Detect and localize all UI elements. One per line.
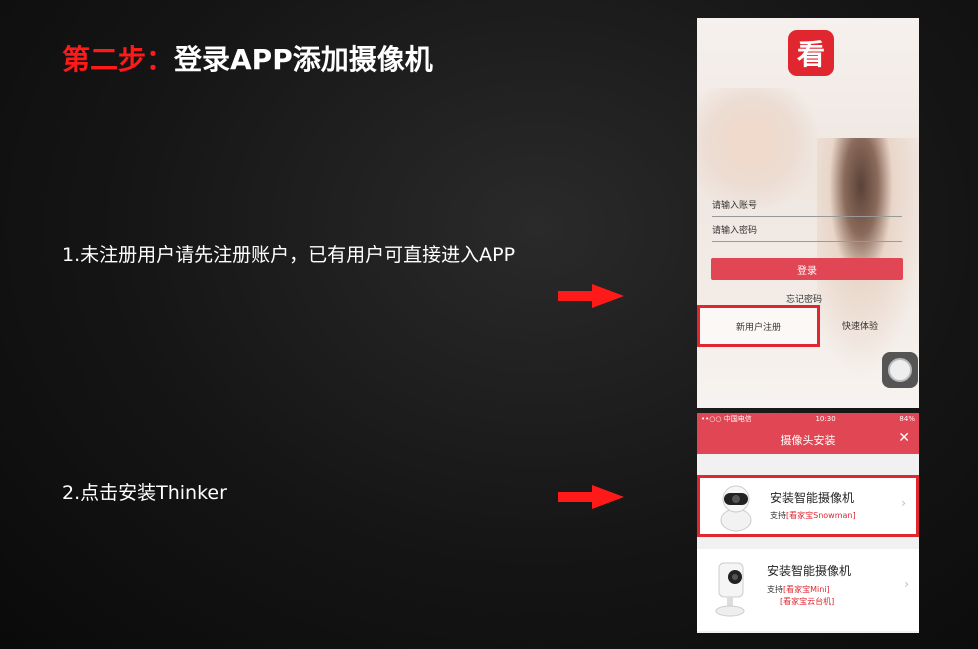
card-title: 安装智能摄像机 (770, 491, 855, 505)
register-label: 新用户注册 (735, 322, 781, 333)
support-prefix: 支持 (770, 511, 786, 520)
password-input[interactable]: 请输入密码 (712, 223, 902, 242)
battery-label: 84% (899, 415, 915, 423)
forgot-password-link[interactable]: 忘记密码 (786, 292, 822, 305)
close-icon[interactable]: ✕ (898, 430, 910, 446)
support-item: [看家宝Mini] (783, 585, 830, 594)
chevron-right-icon: › (901, 496, 906, 510)
app-logo-icon: 看 (788, 30, 834, 76)
instruction-1: 1.未注册用户请先注册账户，已有用户可直接进入APP (62, 244, 516, 266)
chevron-right-icon: › (904, 577, 909, 591)
mini-camera-icon (715, 562, 745, 617)
support-prefix: 支持 (767, 585, 783, 594)
instruction-2: 2.点击安装Thinker (62, 482, 227, 504)
time-label: 10:30 (815, 415, 836, 423)
assistive-touch-icon (888, 358, 912, 382)
quick-trial-link[interactable]: 快速体验 (842, 319, 878, 332)
arrow-right-icon (558, 284, 624, 308)
snowman-camera-icon (720, 485, 752, 532)
install-screenshot: ••○○ 中国电信 10:30 84% 摄像头安装 ✕ 安装智能摄像机 支持[看… (697, 413, 919, 633)
carrier-label: ••○○ 中国电信 (701, 415, 752, 423)
install-card-snowman[interactable]: 安装智能摄像机 支持[看家宝Snowman] › (697, 475, 919, 537)
status-bar: ••○○ 中国电信 10:30 84% (697, 413, 919, 425)
support-item: [看家宝云台机] (780, 597, 835, 606)
baby-photo (697, 88, 817, 208)
assistive-touch-button[interactable] (882, 352, 918, 388)
account-input[interactable]: 请输入账号 (712, 198, 902, 217)
page-title: 第二步：登录APP添加摄像机 (62, 38, 433, 78)
card-title: 安装智能摄像机 (767, 564, 852, 578)
step-title: 登录APP添加摄像机 (174, 43, 433, 76)
register-button[interactable]: 新用户注册 (697, 305, 820, 347)
card-support-2: [看家宝云台机] (780, 596, 834, 607)
card-support: 支持[看家宝Snowman] (770, 510, 856, 521)
login-button[interactable]: 登录 (711, 258, 903, 280)
nav-bar: 摄像头安装 ✕ (697, 425, 919, 454)
support-item: [看家宝Snowman] (786, 511, 856, 520)
arrow-right-icon (558, 485, 624, 509)
nav-title: 摄像头安装 (780, 433, 836, 447)
install-card-mini[interactable]: 安装智能摄像机 支持[看家宝Mini] [看家宝云台机] › (697, 549, 919, 631)
card-support: 支持[看家宝Mini] (767, 584, 830, 595)
step-label: 第二步： (62, 43, 175, 76)
